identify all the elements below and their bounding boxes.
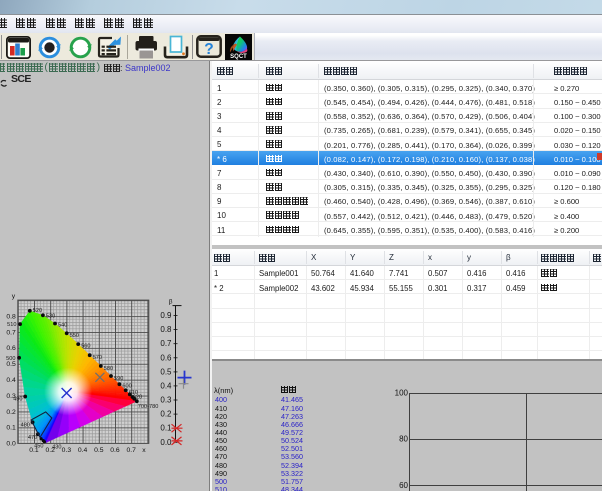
svg-text:0.1: 0.1 xyxy=(29,447,39,454)
svg-text:x: x xyxy=(142,447,146,454)
svg-text:0.4: 0.4 xyxy=(160,381,172,390)
svg-text:0.7: 0.7 xyxy=(6,329,16,336)
svg-text:620: 620 xyxy=(133,394,142,400)
svg-text:0.5: 0.5 xyxy=(94,447,104,454)
svg-text:0.6: 0.6 xyxy=(160,353,172,362)
svg-text:β: β xyxy=(169,299,173,306)
svg-text:0.7: 0.7 xyxy=(126,447,136,454)
svg-text:?: ? xyxy=(204,41,213,58)
svg-text:0.5: 0.5 xyxy=(6,361,16,368)
svg-text:520: 520 xyxy=(33,308,42,314)
svg-text:0.6: 0.6 xyxy=(110,447,120,454)
svg-text:y: y xyxy=(12,293,16,300)
svg-text:100: 100 xyxy=(395,389,409,398)
svg-text:0.0: 0.0 xyxy=(160,438,172,447)
svg-text:0.4: 0.4 xyxy=(6,377,16,384)
svg-text:0.3: 0.3 xyxy=(6,393,16,400)
svg-text:0.1: 0.1 xyxy=(160,424,172,433)
svg-text:0.6: 0.6 xyxy=(6,345,16,352)
svg-text:590: 590 xyxy=(114,376,123,382)
svg-text:0.1: 0.1 xyxy=(6,425,16,432)
svg-text:510: 510 xyxy=(7,322,16,328)
svg-text:60: 60 xyxy=(399,481,408,490)
svg-text:470: 470 xyxy=(28,435,37,441)
svg-text:0.3: 0.3 xyxy=(62,447,72,454)
svg-text:530: 530 xyxy=(46,313,55,319)
svg-text:570: 570 xyxy=(93,355,102,361)
svg-text:80: 80 xyxy=(399,435,408,444)
svg-text:0.3: 0.3 xyxy=(160,396,172,405)
svg-text:0.2: 0.2 xyxy=(45,447,55,454)
svg-text:0.2: 0.2 xyxy=(160,410,172,419)
svg-text:540: 540 xyxy=(58,323,67,329)
svg-text:560: 560 xyxy=(81,344,90,350)
svg-text:0.5: 0.5 xyxy=(160,367,172,376)
svg-text:580: 580 xyxy=(104,366,113,372)
svg-text:0.0: 0.0 xyxy=(6,441,16,448)
svg-text:480: 480 xyxy=(21,422,30,428)
svg-text:700-780: 700-780 xyxy=(138,404,159,410)
svg-text:0.8: 0.8 xyxy=(160,325,172,334)
svg-text:0.7: 0.7 xyxy=(160,339,172,348)
svg-text:600: 600 xyxy=(122,384,131,390)
svg-text:550: 550 xyxy=(70,333,79,339)
svg-text:SQCT: SQCT xyxy=(230,54,247,60)
svg-text:0.9: 0.9 xyxy=(160,311,172,320)
svg-text:0.2: 0.2 xyxy=(6,409,16,416)
svg-text:0.8: 0.8 xyxy=(6,313,16,320)
svg-text:0.4: 0.4 xyxy=(78,447,88,454)
